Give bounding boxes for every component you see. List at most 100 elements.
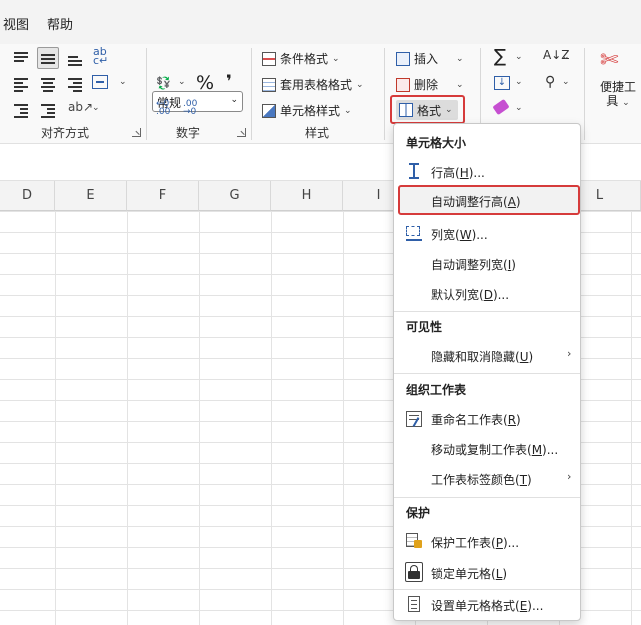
section-protect: 保护: [406, 506, 431, 520]
menu-item-tab-color[interactable]: 工作表标签颜色(T): [431, 471, 532, 488]
table-icon: [262, 77, 276, 92]
tab-view[interactable]: 视图: [3, 14, 29, 33]
menu-item-move-copy-sheet[interactable]: 移动或复制工作表(M)...: [431, 441, 558, 458]
ribbon-tab-bar: 视图 帮助: [0, 0, 641, 44]
insert-label: 插入: [414, 52, 439, 66]
delete-label: 删除: [414, 78, 439, 92]
chevron-down-icon: ⌄: [622, 98, 630, 108]
insert-cells-icon: [396, 51, 410, 66]
menu-divider: [394, 589, 580, 590]
autosum-dropdown[interactable]: ⌄: [515, 52, 523, 62]
align-top-icon[interactable]: [12, 49, 30, 67]
chevron-right-icon: ›: [567, 470, 572, 483]
group-divider: [146, 48, 147, 140]
menu-item-autofit-column-width[interactable]: 自动调整列宽(I): [431, 256, 516, 273]
menu-item-row-height[interactable]: 行高(H)...: [431, 164, 485, 181]
sort-filter-icon[interactable]: A↓Z: [543, 48, 569, 66]
menu-item-column-width[interactable]: 列宽(W)...: [431, 226, 488, 243]
decrease-decimal-icon[interactable]: .00 →0: [183, 100, 201, 118]
align-center-icon[interactable]: [39, 75, 57, 93]
menu-item-protect-sheet[interactable]: 保护工作表(P)...: [431, 534, 519, 551]
column-header-d[interactable]: D: [0, 181, 55, 211]
clear-dropdown[interactable]: ⌄: [515, 103, 523, 113]
menu-item-default-width[interactable]: 默认列宽(D)...: [431, 286, 509, 303]
cell-styles-icon: [262, 103, 276, 118]
align-middle-icon[interactable]: [37, 47, 59, 69]
column-header-e[interactable]: E: [55, 181, 127, 211]
increase-indent-icon[interactable]: [39, 101, 57, 119]
wrap-text-icon[interactable]: ab c↵: [93, 46, 111, 66]
currency-icon[interactable]: 💱: [156, 76, 174, 94]
align-left-icon[interactable]: [12, 75, 30, 93]
clear-eraser-icon[interactable]: [492, 98, 510, 116]
column-header-g[interactable]: G: [199, 181, 271, 211]
alignment-launcher-icon[interactable]: [132, 128, 141, 137]
find-dropdown[interactable]: ⌄: [562, 77, 570, 87]
cell-styles-label: 单元格样式: [280, 104, 341, 118]
menu-divider: [394, 373, 580, 374]
align-bottom-icon[interactable]: [66, 49, 84, 67]
chevron-down-icon: ⌄: [230, 95, 238, 105]
column-header-f[interactable]: F: [127, 181, 199, 211]
menu-item-format-cells[interactable]: 设置单元格格式(E)...: [431, 597, 543, 614]
merge-center-icon[interactable]: [92, 75, 108, 89]
protect-sheet-icon: [406, 533, 422, 549]
fill-down-icon[interactable]: ↓: [494, 76, 510, 90]
merge-dropdown[interactable]: ⌄: [119, 77, 127, 87]
quick-tools-icon[interactable]: ✄: [600, 48, 628, 74]
delete-cells-icon: [396, 77, 410, 92]
comma-style-button[interactable]: ❜: [226, 72, 232, 92]
format-cells-icon: [399, 103, 413, 117]
section-cell-size: 单元格大小: [406, 136, 467, 150]
row-height-icon: [406, 163, 422, 179]
lock-icon: [405, 562, 423, 582]
format-as-table-button[interactable]: 套用表格格式 ⌄: [262, 76, 364, 93]
fill-dropdown[interactable]: ⌄: [515, 77, 523, 87]
increase-decimal-icon[interactable]: ←0.00: [156, 100, 174, 118]
orientation-dropdown[interactable]: ⌄: [92, 103, 100, 113]
align-right-icon[interactable]: [66, 75, 84, 93]
quick-tools-label: 便捷工具: [599, 80, 636, 108]
insert-button[interactable]: 插入 ⌄: [396, 50, 464, 67]
currency-dropdown[interactable]: ⌄: [178, 77, 186, 87]
format-dropdown-menu: 单元格大小 行高(H)... 自动调整行高(A) 列宽(W)... 自动调整列宽…: [393, 123, 581, 621]
menu-item-lock-cell[interactable]: 锁定单元格(L): [431, 565, 507, 582]
chevron-down-icon: ⌄: [456, 79, 464, 90]
chevron-right-icon: ›: [567, 347, 572, 360]
conditional-format-icon: [262, 51, 276, 66]
tab-help[interactable]: 帮助: [47, 14, 73, 33]
group-divider: [251, 48, 252, 140]
format-label: 格式: [417, 103, 442, 118]
menu-divider: [394, 497, 580, 498]
column-header-h[interactable]: H: [271, 181, 343, 211]
section-organize-sheets: 组织工作表: [406, 383, 467, 397]
number-launcher-icon[interactable]: [237, 128, 246, 137]
styles-group-label: 样式: [305, 126, 330, 140]
chevron-down-icon: ⌄: [332, 53, 340, 64]
chevron-down-icon: ⌄: [356, 79, 364, 90]
conditional-format-button[interactable]: 条件格式 ⌄: [262, 50, 340, 67]
find-search-icon[interactable]: ⚲: [545, 74, 563, 92]
group-divider: [584, 48, 585, 140]
menu-divider: [394, 311, 580, 312]
percent-button[interactable]: %: [196, 72, 214, 94]
section-visibility: 可见性: [406, 320, 443, 334]
delete-button[interactable]: 删除 ⌄: [396, 76, 464, 93]
autosum-button[interactable]: ∑: [494, 46, 506, 67]
format-button[interactable]: 格式 ⌄: [396, 100, 458, 120]
orientation-icon[interactable]: ab↗: [68, 100, 93, 118]
quick-tools-button[interactable]: 便捷工具 ⌄: [596, 80, 640, 110]
menu-item-autofit-row-height[interactable]: 自动调整行高(A): [431, 193, 521, 210]
cell-styles-button[interactable]: 单元格样式 ⌄: [262, 102, 352, 119]
sort-dropdown[interactable]: ⌄: [562, 52, 570, 62]
menu-item-rename-sheet[interactable]: 重命名工作表(R): [431, 411, 521, 428]
format-as-table-label: 套用表格格式: [280, 78, 353, 92]
column-width-icon: [406, 226, 422, 242]
format-cells-dialog-icon: [408, 596, 420, 612]
group-divider: [384, 48, 385, 140]
rename-sheet-icon: [406, 411, 422, 427]
chevron-down-icon: ⌄: [445, 105, 453, 115]
decrease-indent-icon[interactable]: [12, 101, 30, 119]
format-button-highlight: 格式 ⌄: [390, 95, 465, 124]
menu-item-hide-unhide[interactable]: 隐藏和取消隐藏(U): [431, 348, 533, 365]
